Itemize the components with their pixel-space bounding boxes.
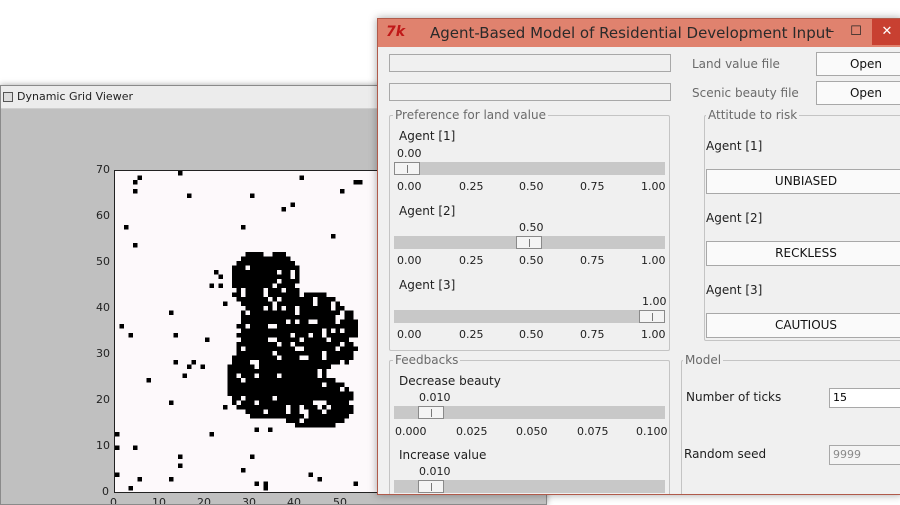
scale-label: 0.25 (459, 328, 484, 341)
risk-agent-2-label: Agent [2] (706, 211, 763, 225)
land-value-file-label: Land value file (692, 57, 780, 71)
risk-agent-1-label: Agent [1] (706, 139, 763, 153)
scale-label: 0.100 (636, 425, 668, 438)
pref-agent-3-label: Agent [3] (399, 278, 456, 292)
y-tick-label: 20 (96, 393, 110, 406)
scale-label: 0.75 (580, 180, 605, 193)
number-of-ticks-input[interactable]: 15 (829, 388, 900, 408)
scale-label: 1.00 (641, 254, 666, 267)
preference-group-label: Preference for land value (393, 108, 548, 122)
scale-label: 0.25 (459, 180, 484, 193)
x-tick-label: 50 (333, 496, 347, 505)
pref-agent-2-slider[interactable] (394, 236, 665, 249)
risk-agent-3-label: Agent [3] (706, 283, 763, 297)
y-tick-label: 70 (96, 163, 110, 176)
window-icon (3, 92, 13, 102)
land-value-open-button[interactable]: Open (816, 52, 900, 76)
random-seed-input[interactable]: 9999 (829, 445, 900, 465)
land-value-file-field[interactable] (389, 54, 671, 72)
input-dialog-window[interactable]: 7k Agent-Based Model of Residential Deve… (377, 18, 900, 495)
scale-label: 0.025 (456, 425, 488, 438)
grid-viewer-title: Dynamic Grid Viewer (17, 90, 133, 103)
scale-label: 0.50 (519, 328, 544, 341)
scenic-beauty-file-label: Scenic beauty file (692, 86, 799, 100)
maximize-button[interactable]: ☐ (839, 19, 873, 45)
dialog-titlebar[interactable]: 7k Agent-Based Model of Residential Deve… (378, 19, 900, 47)
pref-agent-3-value: 1.00 (642, 295, 667, 308)
scenic-beauty-file-field[interactable] (389, 83, 671, 101)
scale-label: 1.00 (641, 180, 666, 193)
y-tick-label: 0 (102, 485, 109, 498)
increase-value-slider[interactable] (394, 480, 665, 493)
increase-value-slider-thumb[interactable] (418, 480, 444, 493)
pref-agent-3-slider-thumb[interactable] (639, 310, 665, 323)
y-tick-label: 30 (96, 347, 110, 360)
decrease-beauty-label: Decrease beauty (399, 374, 501, 388)
y-tick-label: 50 (96, 255, 110, 268)
pref-agent-3-slider[interactable] (394, 310, 665, 323)
number-of-ticks-label: Number of ticks (686, 390, 782, 404)
x-tick-label: 40 (287, 496, 301, 505)
grid-raster (115, 171, 363, 491)
scale-label: 0.50 (519, 254, 544, 267)
x-tick-label: 10 (152, 496, 166, 505)
scale-label: 0.000 (395, 425, 427, 438)
scale-label: 0.050 (516, 425, 548, 438)
y-tick-label: 60 (96, 209, 110, 222)
tk-feather-icon: 7k (386, 24, 406, 40)
pref-agent-1-label: Agent [1] (399, 129, 456, 143)
x-tick-label: 30 (242, 496, 256, 505)
grid-plot-area (114, 170, 380, 493)
feedbacks-group-label: Feedbacks (393, 353, 461, 367)
scale-label: 0.75 (580, 254, 605, 267)
pref-agent-2-label: Agent [2] (399, 204, 456, 218)
random-seed-label: Random seed (684, 447, 767, 461)
scale-label: 0.25 (459, 254, 484, 267)
pref-agent-2-slider-thumb[interactable] (516, 236, 542, 249)
decrease-beauty-slider-thumb[interactable] (418, 406, 444, 419)
pref-agent-1-slider[interactable] (394, 162, 665, 175)
decrease-beauty-slider[interactable] (394, 406, 665, 419)
y-tick-label: 40 (96, 301, 110, 314)
scale-label: 0.50 (519, 180, 544, 193)
risk-agent-1-button[interactable]: UNBIASED (706, 169, 900, 194)
increase-value-value: 0.010 (419, 465, 451, 478)
close-button[interactable]: ✕ (872, 19, 900, 45)
scale-label: 0.00 (397, 180, 422, 193)
x-tick-label: 20 (197, 496, 211, 505)
pref-agent-1-slider-thumb[interactable] (394, 162, 420, 175)
model-group-label: Model (683, 353, 724, 367)
risk-group-label: Attitude to risk (706, 108, 800, 122)
increase-value-label: Increase value (399, 448, 487, 462)
dialog-title: Agent-Based Model of Residential Develop… (430, 24, 832, 42)
scenic-beauty-open-button[interactable]: Open (816, 81, 900, 105)
model-group (681, 360, 900, 494)
y-tick-label: 10 (96, 439, 110, 452)
risk-agent-2-button[interactable]: RECKLESS (706, 241, 900, 266)
scale-label: 0.75 (580, 328, 605, 341)
risk-agent-3-button[interactable]: CAUTIOUS (706, 313, 900, 338)
pref-agent-2-value: 0.50 (519, 221, 544, 234)
scale-label: 0.00 (397, 328, 422, 341)
scale-label: 1.00 (641, 328, 666, 341)
x-tick-label: 0 (110, 496, 117, 505)
scale-label: 0.075 (577, 425, 609, 438)
scale-label: 0.00 (397, 254, 422, 267)
pref-agent-1-value: 0.00 (397, 147, 422, 160)
decrease-beauty-value: 0.010 (419, 391, 451, 404)
